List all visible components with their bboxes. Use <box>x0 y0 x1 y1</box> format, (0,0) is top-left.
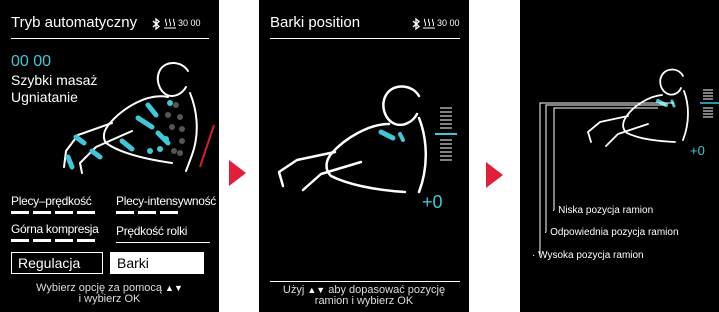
shoulder-position-screen: Barki position 30 00 +0 Użyj ▲▼ aby dopa… <box>259 0 469 312</box>
level-segment <box>160 211 178 214</box>
level-segment <box>55 211 73 214</box>
level-segment <box>138 211 156 214</box>
option-roller-speed[interactable]: Prędkość rolki <box>116 224 187 238</box>
up-down-arrows-icon: ▲▼ <box>307 285 326 295</box>
roller-speed-underline <box>116 242 210 243</box>
title-divider <box>11 38 209 39</box>
title-divider <box>270 38 460 39</box>
next-arrow-icon <box>229 160 246 186</box>
adjust-button[interactable]: Regulacja <box>11 252 103 274</box>
level-segment <box>11 239 29 242</box>
screen-title: Tryb automatyczny <box>11 14 138 31</box>
level-segment <box>33 211 51 214</box>
position-value: +0 <box>690 143 705 158</box>
level-segment <box>77 211 95 214</box>
option-back-intensity[interactable]: Plecy-intensywność <box>116 194 216 208</box>
navigation-hint: Wybierz opcję za pomocą ▲▼ i wybierz OK <box>0 283 219 305</box>
hint-text: Użyj <box>282 284 305 296</box>
low-position-text: Niska pozycja ramion <box>558 205 654 216</box>
selected-shoulder-option[interactable]: Barki <box>110 252 204 274</box>
level-segment <box>116 211 134 214</box>
shoulder-position-diagram: +0 · Niska pozycja ramion · Odpowiednia … <box>520 0 719 312</box>
option-back-speed[interactable]: Plecy–prędkość <box>11 194 92 208</box>
level-segment <box>33 239 51 242</box>
timer-status: 30 00 <box>437 18 460 28</box>
hint-divider <box>270 281 460 282</box>
navigation-hint: Użyj ▲▼ aby dopasować pozycję ramion i w… <box>259 285 469 307</box>
proper-position-label: · Odpowiednia pozycja ramion <box>544 227 679 238</box>
high-position-text: Wysoka pozycja ramion <box>538 250 644 261</box>
level-segment <box>77 239 95 242</box>
position-scale <box>435 107 457 161</box>
high-position-label: · Wysoka pozycja ramion <box>532 250 644 261</box>
up-down-arrows-icon: ▲▼ <box>165 283 183 293</box>
heat-icon <box>423 18 435 29</box>
bluetooth-icon <box>152 18 160 30</box>
timer-status: 30 00 <box>178 18 201 28</box>
massage-chair-figure <box>63 62 215 174</box>
level-segment <box>55 239 73 242</box>
screen-title: Barki position <box>270 14 361 31</box>
position-value: +0 <box>422 192 443 212</box>
next-arrow-icon <box>486 162 503 188</box>
level-segment <box>11 211 29 214</box>
bluetooth-icon <box>412 18 420 30</box>
low-position-label: · Niska pozycja ramion <box>552 205 654 216</box>
option-upper-compression[interactable]: Górna kompresja <box>11 222 99 236</box>
hint-text-line2: ramion i wybierz OK <box>314 295 414 307</box>
hint-text-line2: i wybierz OK <box>78 293 141 305</box>
proper-position-text: Odpowiednia pozycja ramion <box>550 227 679 238</box>
heat-icon <box>164 18 176 29</box>
auto-mode-screen: Tryb automatyczny 30 00 00 00 Szybki mas… <box>0 0 219 312</box>
